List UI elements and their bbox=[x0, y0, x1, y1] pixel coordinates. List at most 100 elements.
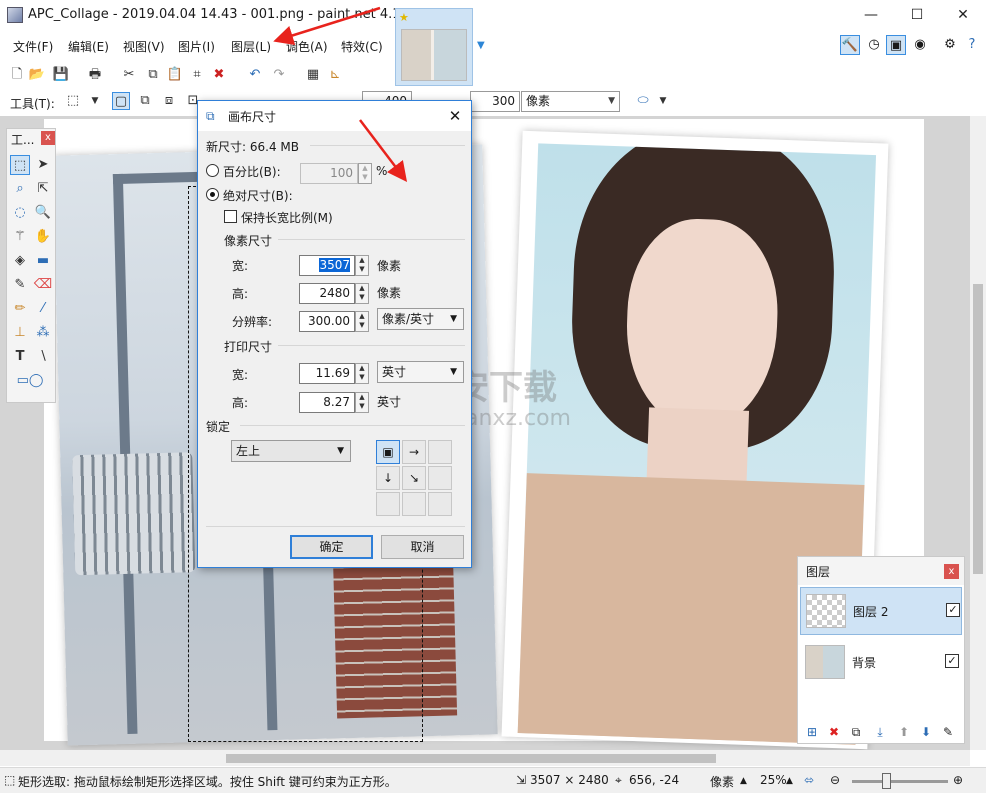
anchor-bottom-center[interactable] bbox=[402, 492, 426, 516]
help-icon[interactable]: ? bbox=[962, 35, 982, 55]
horizontal-scroll-thumb[interactable] bbox=[226, 754, 716, 763]
anchor-bottom-left[interactable] bbox=[376, 492, 400, 516]
percentage-spinner[interactable]: ▲ ▼ bbox=[358, 163, 372, 184]
antialias-icon[interactable]: ⬭ bbox=[634, 92, 652, 110]
rulers-icon[interactable]: ⊾ bbox=[326, 66, 344, 84]
zoom-slider[interactable] bbox=[852, 780, 948, 783]
dialog-close-button[interactable]: ✕ bbox=[442, 105, 468, 127]
pixel-height-input[interactable]: 2480 bbox=[299, 283, 355, 304]
print-width-input[interactable]: 11.69 bbox=[299, 363, 355, 384]
shapes-icon[interactable]: ▭◯ bbox=[10, 371, 50, 391]
vertical-scroll-thumb[interactable] bbox=[973, 284, 983, 574]
text-tool-icon[interactable]: T bbox=[10, 347, 30, 367]
zoom-level[interactable]: 25% bbox=[760, 773, 787, 787]
new-icon[interactable]: 🗋 bbox=[8, 66, 26, 84]
paintbrush-icon[interactable]: ✎ bbox=[10, 275, 30, 295]
selection-mode-exclude-icon[interactable]: ⧈ bbox=[160, 92, 178, 110]
move-layer-down-icon[interactable]: ⬇ bbox=[918, 724, 934, 740]
menu-file[interactable]: 文件(F) bbox=[13, 38, 53, 55]
print-unit-select[interactable]: 英寸 ▼ bbox=[377, 361, 464, 383]
by-percentage-radio[interactable] bbox=[206, 164, 219, 177]
crop-icon[interactable]: ⌗ bbox=[188, 66, 206, 84]
deselect-icon[interactable]: ✖ bbox=[210, 66, 228, 84]
tool-dropdown-icon[interactable]: ▼ bbox=[86, 92, 104, 110]
units-selector[interactable]: 像素 bbox=[710, 773, 734, 790]
tools-toggle-icon[interactable]: 🔨 bbox=[840, 35, 860, 55]
anchor-top-center[interactable]: → bbox=[402, 440, 426, 464]
color-picker-icon[interactable]: ⁄ bbox=[33, 299, 53, 319]
tools-panel-close-button[interactable]: x bbox=[41, 131, 55, 145]
pan-icon[interactable]: ✋ bbox=[33, 227, 53, 247]
move-selected-icon[interactable]: ➤ bbox=[33, 155, 53, 175]
ok-button[interactable]: 确定 bbox=[290, 535, 373, 559]
menu-image[interactable]: 图片(I) bbox=[178, 38, 215, 55]
add-layer-icon[interactable]: ⊞ bbox=[804, 724, 820, 740]
line-curve-icon[interactable]: ∖ bbox=[33, 347, 53, 367]
close-button[interactable]: ✕ bbox=[940, 0, 986, 30]
save-icon[interactable]: 💾 bbox=[52, 66, 70, 84]
merge-layer-down-icon[interactable]: ⤓ bbox=[872, 724, 888, 740]
anchor-select[interactable]: 左上 ▼ bbox=[231, 440, 351, 462]
selection-height-input[interactable]: 300 bbox=[470, 91, 520, 112]
cancel-button[interactable]: 取消 bbox=[381, 535, 464, 559]
anchor-top-left[interactable]: ▣ bbox=[376, 440, 400, 464]
move-layer-up-icon[interactable]: ⬆ bbox=[896, 724, 912, 740]
move-selection-icon[interactable]: ⇱ bbox=[33, 179, 53, 199]
layer-visibility-checkbox[interactable]: ✓ bbox=[945, 654, 959, 668]
paste-icon[interactable]: 📋 bbox=[166, 66, 184, 84]
copy-icon[interactable]: ⧉ bbox=[144, 66, 162, 84]
anchor-middle-right[interactable] bbox=[428, 466, 452, 490]
cut-icon[interactable]: ✂ bbox=[120, 66, 138, 84]
layer-row[interactable]: 图层 2 ✓ bbox=[800, 587, 962, 635]
recolor-icon[interactable]: ⁂ bbox=[33, 323, 53, 343]
zoom-slider-handle[interactable] bbox=[882, 773, 891, 789]
colors-icon[interactable]: ◉ bbox=[910, 35, 930, 55]
layers-panel-close-button[interactable]: x bbox=[944, 564, 959, 579]
print-height-input[interactable]: 8.27 bbox=[299, 392, 355, 413]
redo-icon[interactable]: ↷ bbox=[270, 66, 288, 84]
layer-row[interactable]: 背景 ✓ bbox=[800, 639, 962, 687]
resolution-unit-select[interactable]: 像素/英寸 ▼ bbox=[377, 308, 464, 330]
ellipse-select-icon[interactable]: ◌ bbox=[10, 203, 30, 223]
selection-mode-replace-icon[interactable]: ▢ bbox=[112, 92, 130, 110]
image-list-dropdown-icon[interactable]: ▼ bbox=[477, 40, 485, 51]
delete-layer-icon[interactable]: ✖ bbox=[826, 724, 842, 740]
zoom-in-icon[interactable]: ⊕ bbox=[953, 773, 963, 787]
print-height-spinner[interactable]: ▲ ▼ bbox=[355, 392, 369, 413]
print-width-spinner[interactable]: ▲ ▼ bbox=[355, 363, 369, 384]
zoom-icon[interactable]: 🔍 bbox=[33, 203, 53, 223]
menu-effects[interactable]: 特效(C) bbox=[341, 38, 383, 55]
duplicate-layer-icon[interactable]: ⧉ bbox=[848, 724, 864, 740]
minimize-button[interactable]: — bbox=[848, 0, 894, 30]
grid-icon[interactable]: ▦ bbox=[304, 66, 322, 84]
horizontal-scrollbar[interactable] bbox=[0, 750, 970, 766]
undo-icon[interactable]: ↶ bbox=[246, 66, 264, 84]
unit-select[interactable]: 像素 ▼ bbox=[521, 91, 620, 112]
anchor-bottom-right[interactable] bbox=[428, 492, 452, 516]
rect-select-tool-icon[interactable]: ⬚ bbox=[64, 92, 82, 110]
resolution-input[interactable]: 300.00 bbox=[299, 311, 355, 332]
print-icon[interactable]: 🖶 bbox=[86, 66, 104, 84]
anchor-middle-center[interactable]: ↘ bbox=[402, 466, 426, 490]
pixel-width-spinner[interactable]: ▲ ▼ bbox=[355, 255, 369, 276]
anchor-middle-left[interactable]: ↓ bbox=[376, 466, 400, 490]
zoom-dropdown-icon[interactable]: ▲ bbox=[786, 776, 793, 786]
maximize-button[interactable]: ☐ bbox=[894, 0, 940, 30]
image-tab-thumbnail[interactable]: ★ bbox=[395, 8, 473, 86]
menu-view[interactable]: 视图(V) bbox=[123, 38, 165, 55]
menu-edit[interactable]: 编辑(E) bbox=[68, 38, 109, 55]
history-icon[interactable]: ◷ bbox=[864, 35, 884, 55]
absolute-size-radio[interactable] bbox=[206, 188, 219, 201]
zoom-out-icon[interactable]: ⊖ bbox=[830, 773, 840, 787]
pixel-height-spinner[interactable]: ▲ ▼ bbox=[355, 283, 369, 304]
clone-stamp-icon[interactable]: ⊥ bbox=[10, 323, 30, 343]
layer-properties-icon[interactable]: ✎ bbox=[940, 724, 956, 740]
antialias-dropdown-icon[interactable]: ▼ bbox=[654, 92, 672, 110]
menu-adjustments[interactable]: 调色(A) bbox=[286, 38, 328, 55]
vertical-scrollbar[interactable] bbox=[970, 116, 986, 750]
anchor-top-right[interactable] bbox=[428, 440, 452, 464]
pencil-icon[interactable]: ✏ bbox=[10, 299, 30, 319]
selection-mode-union-icon[interactable]: ⧉ bbox=[136, 92, 154, 110]
zoom-to-window-icon[interactable]: ⬄ bbox=[804, 773, 814, 787]
menu-layers[interactable]: 图层(L) bbox=[231, 38, 271, 55]
